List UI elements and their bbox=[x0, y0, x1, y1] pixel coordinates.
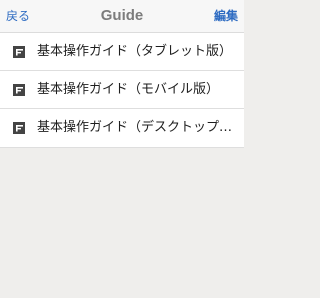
list-item-label: 基本操作ガイド（モバイル版） bbox=[37, 82, 220, 97]
list-item-label: 基本操作ガイド（タブレット版） bbox=[37, 44, 233, 59]
guide-list: 基本操作ガイド（タブレット版） 基本操作ガイド（モバイル版） 基本操作ガイド（デ… bbox=[0, 33, 244, 148]
edit-button[interactable]: 編集 bbox=[214, 9, 238, 23]
list-item[interactable]: 基本操作ガイド（タブレット版） bbox=[0, 33, 244, 71]
list-item[interactable]: 基本操作ガイド（モバイル版） bbox=[0, 71, 244, 109]
document-icon bbox=[13, 46, 25, 58]
document-icon bbox=[13, 122, 25, 134]
navigation-bar: 戻る Guide 編集 bbox=[0, 0, 244, 33]
page-title: Guide bbox=[100, 7, 144, 24]
list-item-label: 基本操作ガイド（デスクトップ… bbox=[37, 120, 233, 135]
list-item[interactable]: 基本操作ガイド（デスクトップ… bbox=[0, 109, 244, 148]
document-icon bbox=[13, 84, 25, 96]
